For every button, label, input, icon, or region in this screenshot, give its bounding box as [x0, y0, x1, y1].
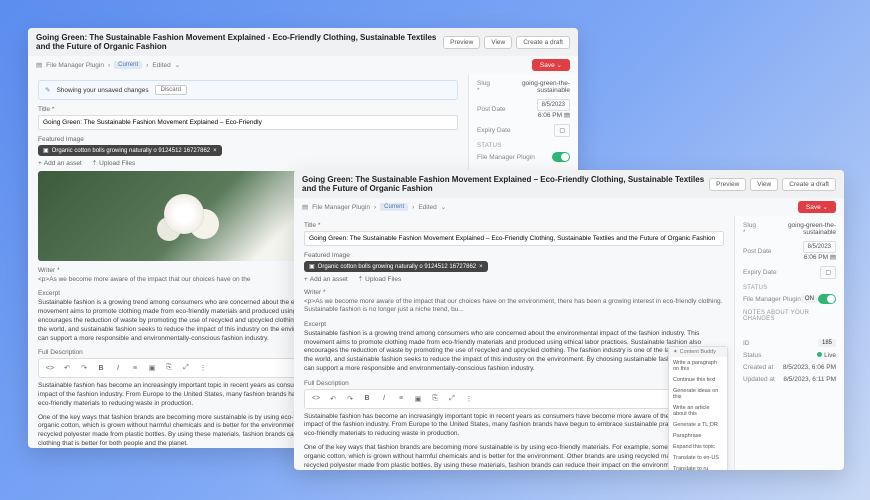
subheader: ▤ File Manager Plugin › Current › Edited… — [28, 56, 578, 74]
menu-item[interactable]: Continue this text — [669, 374, 727, 385]
list-icon[interactable]: ≡ — [128, 361, 142, 375]
redo-icon[interactable]: ↷ — [343, 392, 357, 406]
preview-button[interactable]: Preview — [709, 178, 746, 191]
discard-button[interactable]: Discard — [155, 85, 187, 95]
expand-icon[interactable]: ⤢ — [179, 361, 193, 375]
full-desc-content[interactable]: Sustainable fashion has become an increa… — [304, 413, 724, 470]
undo-icon[interactable]: ↶ — [326, 392, 340, 406]
pencil-icon: ✎ — [45, 86, 50, 94]
bold-icon[interactable]: B — [360, 392, 374, 406]
writer-label: Writer * — [304, 289, 724, 296]
redo-icon[interactable]: ↷ — [77, 361, 91, 375]
code-icon[interactable]: <> — [43, 361, 57, 375]
editor-window-front: Going Green: The Sustainable Fashion Mov… — [294, 170, 844, 470]
upload-files-button[interactable]: ⇡ Upload Files — [92, 159, 136, 167]
link-icon[interactable]: ⎘ — [162, 361, 176, 375]
calendar-icon[interactable]: ▢ — [554, 124, 570, 137]
breadcrumb: ▤ File Manager Plugin › Current › Edited… — [302, 203, 446, 211]
menu-header: ✦Content Buddy — [669, 347, 727, 357]
remove-icon[interactable]: × — [213, 148, 217, 154]
writer-text[interactable]: <p>As we become more aware of the impact… — [304, 298, 724, 315]
title-label: Title * — [304, 222, 724, 229]
view-button[interactable]: View — [484, 36, 512, 49]
content-buddy-menu: ✦Content Buddy Write a paragraph on this… — [668, 346, 728, 470]
chevron-down-icon[interactable]: ⌄ — [175, 61, 180, 69]
calendar-icon[interactable]: ▢ — [820, 266, 836, 279]
image-icon[interactable]: ▣ — [145, 361, 159, 375]
featured-image-label: Featured Image — [304, 252, 724, 259]
italic-icon[interactable]: I — [377, 392, 391, 406]
asset-chip[interactable]: ▣Organic cotton bolls growing naturally … — [38, 145, 222, 156]
menu-item[interactable]: Translate to en-US — [669, 452, 727, 463]
menu-item[interactable]: Generate ideas on this — [669, 385, 727, 402]
image-icon: ▣ — [43, 147, 49, 154]
preview-button[interactable]: Preview — [443, 36, 480, 49]
menu-item[interactable]: Generate a TL;DR — [669, 419, 727, 430]
view-button[interactable]: View — [750, 178, 778, 191]
plugin-toggle[interactable] — [552, 152, 570, 162]
folder-icon: ▤ — [302, 203, 308, 211]
excerpt-text[interactable]: Sustainable fashion is a growing trend a… — [304, 330, 724, 374]
more-icon[interactable]: ⋮ — [196, 361, 210, 375]
subheader: ▤ File Manager Plugin › Current › Edited… — [294, 198, 844, 216]
save-button[interactable]: Save ⌄ — [532, 59, 570, 71]
add-asset-button[interactable]: + Add an asset — [304, 276, 348, 283]
excerpt-label: Excerpt — [304, 321, 724, 328]
title-input[interactable] — [38, 115, 458, 130]
full-desc-label: Full Description — [304, 380, 724, 387]
menu-item[interactable]: Translate to ru — [669, 463, 727, 470]
bold-icon[interactable]: B — [94, 361, 108, 375]
folder-icon: ▤ — [36, 61, 42, 69]
title-label: Title * — [38, 106, 458, 113]
image-icon[interactable]: ▣ — [411, 392, 425, 406]
expand-icon[interactable]: ⤢ — [445, 392, 459, 406]
asset-chip[interactable]: ▣Organic cotton bolls growing naturally … — [304, 261, 488, 272]
sparkle-icon: ✦ — [673, 349, 678, 355]
menu-item[interactable]: Paraphrase — [669, 430, 727, 441]
undo-icon[interactable]: ↶ — [60, 361, 74, 375]
list-icon[interactable]: ≡ — [394, 392, 408, 406]
page-title: Going Green: The Sustainable Fashion Mov… — [302, 175, 709, 193]
italic-icon[interactable]: I — [111, 361, 125, 375]
plugin-toggle[interactable] — [818, 294, 836, 304]
page-title: Going Green: The Sustainable Fashion Mov… — [36, 33, 443, 51]
featured-image-label: Featured Image — [38, 136, 458, 143]
menu-item[interactable]: Write an article about this — [669, 402, 727, 419]
menu-item[interactable]: Write a paragraph on this — [669, 357, 727, 374]
save-button[interactable]: Save ⌄ — [798, 201, 836, 213]
unsaved-notice: ✎ Showing your unsaved changes Discard — [38, 80, 458, 100]
breadcrumb: ▤ File Manager Plugin › Current › Edited… — [36, 61, 180, 69]
header: Going Green: The Sustainable Fashion Mov… — [294, 170, 844, 198]
create-draft-button[interactable]: Create a draft — [782, 178, 836, 191]
sidebar: Slug *going-green-the-sustainable Post D… — [734, 216, 844, 470]
create-draft-button[interactable]: Create a draft — [516, 36, 570, 49]
upload-files-button[interactable]: ⇡ Upload Files — [358, 275, 402, 283]
menu-item[interactable]: Expand this topic — [669, 441, 727, 452]
more-icon[interactable]: ⋮ — [462, 392, 476, 406]
header: Going Green: The Sustainable Fashion Mov… — [28, 28, 578, 56]
link-icon[interactable]: ⎘ — [428, 392, 442, 406]
chevron-down-icon[interactable]: ⌄ — [441, 203, 446, 211]
add-asset-button[interactable]: + Add an asset — [38, 160, 82, 167]
image-icon: ▣ — [309, 263, 315, 270]
remove-icon[interactable]: × — [479, 264, 483, 270]
title-input[interactable] — [304, 231, 724, 246]
live-dot-icon — [817, 352, 822, 357]
code-icon[interactable]: <> — [309, 392, 323, 406]
rte-toolbar: <> ↶ ↷ B I ≡ ▣ ⎘ ⤢ ⋮ — [304, 389, 724, 409]
